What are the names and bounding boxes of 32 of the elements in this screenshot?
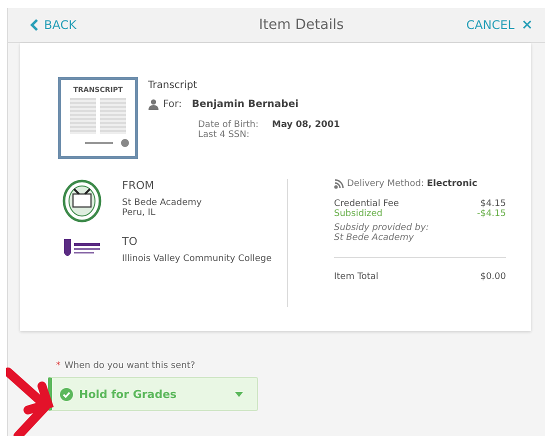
sender-location: Peru, IL	[122, 208, 156, 218]
to-heading: TO	[122, 235, 138, 248]
recipient-school: Illinois Valley Community College	[122, 254, 272, 264]
for-label: For:	[163, 99, 182, 110]
recipient-name: Benjamin Bernabei	[192, 99, 299, 110]
cancel-button[interactable]: CANCEL ×	[466, 17, 533, 33]
fee-amount: $4.15	[480, 199, 506, 209]
caret-icon	[235, 392, 243, 396]
school-seal-icon	[62, 179, 102, 223]
fee-label: Subsidized	[334, 209, 383, 219]
chevron-left-icon	[30, 19, 39, 31]
detail-value: May 08, 2001	[272, 120, 340, 130]
total-label: Item Total	[334, 272, 378, 282]
timing-dropdown[interactable]: Hold for Grades	[48, 377, 258, 411]
check-circle-icon	[60, 388, 73, 400]
required-mark: *	[56, 361, 60, 371]
from-heading: FROM	[122, 179, 156, 192]
wifi-signal-icon	[334, 179, 344, 189]
detail-label: Date of Birth:	[198, 120, 260, 130]
detail-label: Last 4 SSN:	[198, 130, 250, 140]
back-button[interactable]: BACK	[30, 18, 76, 32]
person-icon	[148, 99, 159, 110]
fee-label: Credential Fee	[334, 199, 399, 209]
delivery-method: Delivery Method: Electronic	[347, 179, 478, 189]
subsidy-note: Subsidy provided by:	[334, 223, 430, 233]
fee-amount: -$4.15	[476, 209, 506, 219]
sender-name: St Bede Academy	[122, 198, 202, 208]
total-amount: $0.00	[480, 272, 506, 282]
item-type: Transcript	[148, 80, 198, 91]
page-title: Item Details	[258, 17, 344, 33]
question-label: When do you want this sent?	[64, 361, 196, 371]
subsidy-note: St Bede Academy	[334, 233, 415, 243]
